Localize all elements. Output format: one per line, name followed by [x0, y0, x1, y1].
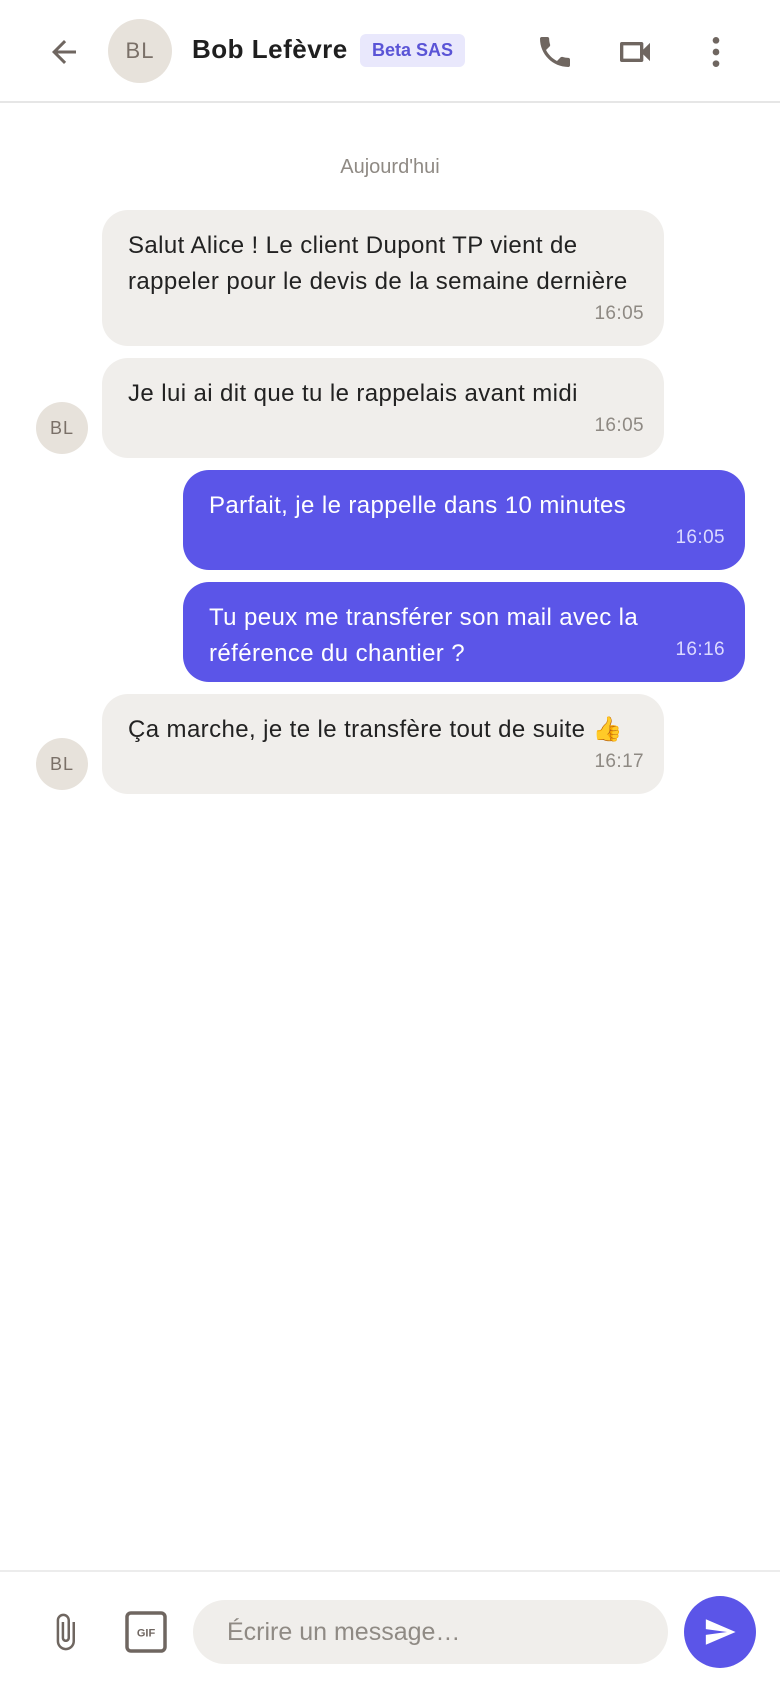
- company-badge: Beta SAS: [360, 34, 466, 67]
- outgoing-message-bubble[interactable]: Tu peux me transférer son mail avec la r…: [183, 582, 745, 682]
- sender-avatar[interactable]: BL: [36, 738, 88, 790]
- chat-header: BL Bob Lefèvre Beta SAS: [0, 0, 780, 103]
- incoming-message-bubble[interactable]: Je lui ai dit que tu le rappelais avant …: [102, 358, 664, 458]
- send-button[interactable]: [684, 1596, 756, 1668]
- contact-avatar[interactable]: BL: [108, 19, 172, 83]
- message-text: Je lui ai dit que tu le rappelais avant …: [128, 380, 578, 407]
- send-icon: [705, 1619, 736, 1645]
- back-button[interactable]: [40, 28, 88, 76]
- paperclip-icon: [56, 1613, 75, 1651]
- more-vertical-icon: [712, 37, 720, 67]
- message-text: Ça marche, je te le transfère tout de su…: [128, 716, 623, 743]
- more-options-button[interactable]: [690, 26, 742, 78]
- incoming-message-bubble[interactable]: Salut Alice ! Le client Dupont TP vient …: [102, 210, 664, 346]
- gif-icon: GIF: [125, 1611, 167, 1653]
- message-timestamp: 16:05: [675, 527, 725, 548]
- message-timestamp: 16:05: [594, 415, 644, 436]
- message-timestamp: 16:05: [594, 303, 644, 324]
- arrow-left-icon: [52, 40, 76, 64]
- phone-icon: [540, 37, 570, 67]
- message-timestamp: 16:17: [594, 751, 644, 772]
- incoming-message-bubble[interactable]: Ça marche, je te le transfère tout de su…: [102, 694, 664, 794]
- date-separator: Aujourd'hui: [340, 156, 440, 178]
- message-composer: GIF: [0, 1570, 780, 1688]
- gif-label: GIF: [137, 1628, 156, 1640]
- message-text: Parfait, je le rappelle dans 10 minutes: [209, 492, 627, 519]
- sender-avatar[interactable]: BL: [36, 402, 88, 454]
- video-call-button[interactable]: [609, 26, 661, 78]
- video-camera-icon: [620, 42, 650, 62]
- message-timestamp: 16:16: [675, 639, 725, 660]
- outgoing-message-bubble[interactable]: Parfait, je le rappelle dans 10 minutes …: [183, 470, 745, 570]
- message-text: Tu peux me transférer son mail avec la r…: [209, 604, 639, 667]
- message-input[interactable]: [193, 1600, 668, 1664]
- message-text: Salut Alice ! Le client Dupont TP vient …: [128, 232, 628, 295]
- contact-name[interactable]: Bob Lefèvre: [192, 34, 348, 65]
- call-button[interactable]: [529, 26, 581, 78]
- attach-button[interactable]: [40, 1602, 90, 1662]
- gif-button[interactable]: GIF: [124, 1610, 168, 1654]
